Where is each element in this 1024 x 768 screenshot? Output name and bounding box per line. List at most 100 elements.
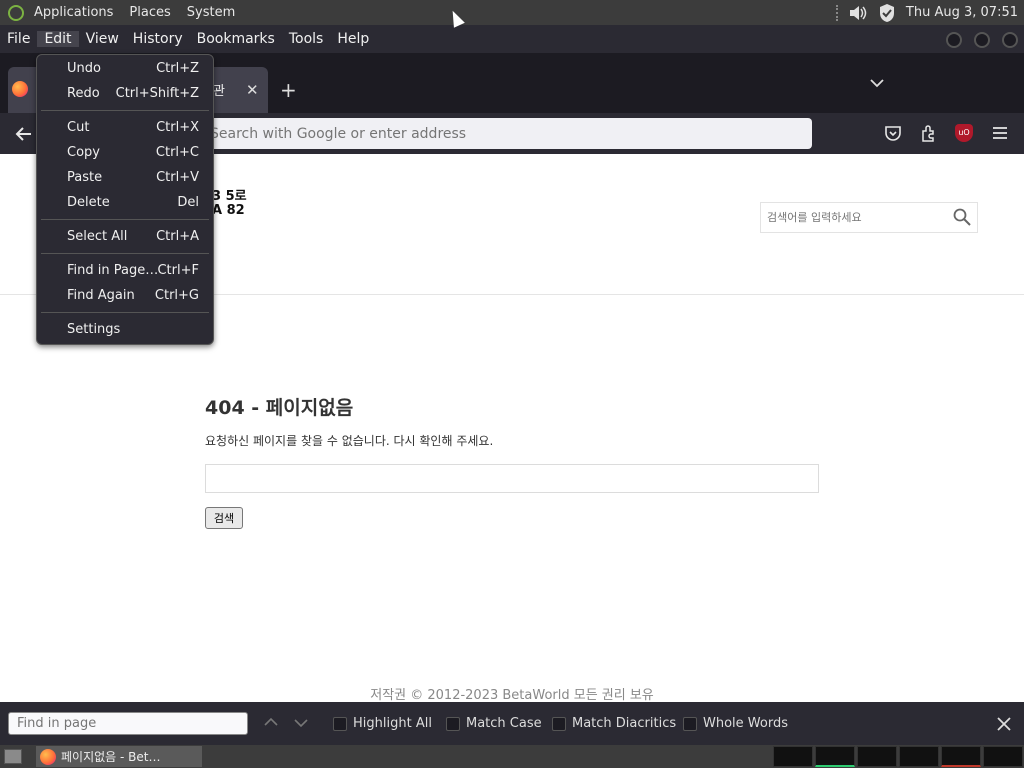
workspace-5[interactable] — [941, 746, 981, 767]
minimize-button[interactable] — [946, 32, 962, 48]
error-search-input[interactable] — [205, 464, 819, 493]
window-controls — [946, 32, 1018, 48]
menu-item-select-all[interactable]: Select All Ctrl+A — [37, 225, 213, 249]
address-input[interactable] — [200, 118, 812, 149]
menu-item-label: Cut — [67, 120, 90, 135]
menu-item-delete[interactable]: Delete Del — [37, 191, 213, 215]
extensions-puzzle-icon[interactable] — [920, 124, 938, 142]
workspace-2[interactable] — [815, 746, 855, 767]
menu-item-label: Copy — [67, 145, 100, 160]
ublock-origin-icon[interactable]: uO — [955, 124, 973, 142]
menu-tools[interactable]: Tools — [282, 31, 331, 47]
panel-menu-places[interactable]: Places — [121, 5, 178, 20]
menu-bookmarks[interactable]: Bookmarks — [190, 31, 282, 47]
shield-update-icon[interactable] — [878, 3, 896, 23]
workspace-3[interactable] — [857, 746, 897, 767]
menu-item-settings[interactable]: Settings — [37, 318, 213, 342]
highlight-all-label: Highlight All — [353, 716, 432, 731]
site-logo-line: A 82 — [212, 203, 245, 218]
menu-item-label: Redo — [67, 86, 100, 101]
workspace-4[interactable] — [899, 746, 939, 767]
menu-edit[interactable]: Edit — [37, 31, 79, 47]
show-desktop-icon[interactable] — [4, 749, 22, 764]
menu-item-find-in-page[interactable]: Find in Page… Ctrl+F — [37, 259, 213, 283]
menu-separator — [41, 110, 209, 111]
panel-menu-applications[interactable]: Applications — [26, 5, 121, 20]
menu-history[interactable]: History — [126, 31, 190, 47]
find-bar: Highlight All Match Case Match Diacritic… — [0, 702, 1024, 745]
maximize-button[interactable] — [974, 32, 990, 48]
panel-menu-system[interactable]: System — [179, 5, 243, 20]
highlight-all-option[interactable]: Highlight All — [333, 716, 432, 731]
whole-words-checkbox[interactable] — [683, 716, 697, 731]
volume-icon[interactable] — [848, 4, 868, 22]
menu-item-paste[interactable]: Paste Ctrl+V — [37, 166, 213, 190]
site-logo[interactable]: 3 5로 A 82 — [212, 190, 247, 218]
menu-view[interactable]: View — [79, 31, 126, 47]
menu-item-label: Settings — [67, 322, 121, 337]
match-case-checkbox[interactable] — [446, 716, 460, 731]
panel-separator — [835, 4, 838, 21]
menu-item-find-again[interactable]: Find Again Ctrl+G — [37, 284, 213, 308]
match-case-option[interactable]: Match Case — [446, 716, 542, 731]
error-title: 404 - 페이지없음 — [205, 397, 354, 419]
match-case-label: Match Case — [466, 716, 542, 731]
match-diacritics-checkbox[interactable] — [552, 716, 566, 731]
pocket-icon[interactable] — [884, 124, 902, 142]
tab-close-icon[interactable]: ✕ — [246, 81, 259, 99]
menu-item-shortcut: Ctrl+Shift+Z — [115, 86, 199, 101]
menu-item-shortcut: Ctrl+G — [154, 288, 199, 303]
find-next-icon[interactable] — [294, 718, 308, 728]
menu-item-cut[interactable]: Cut Ctrl+X — [37, 116, 213, 140]
menu-item-shortcut: Ctrl+C — [155, 145, 199, 160]
applications-logo-icon[interactable] — [8, 4, 24, 21]
site-search-box — [760, 202, 978, 233]
menu-item-label: Find in Page… — [67, 263, 159, 278]
highlight-all-checkbox[interactable] — [333, 716, 347, 731]
menu-separator — [41, 253, 209, 254]
close-window-button[interactable] — [1002, 32, 1018, 48]
panel-clock[interactable]: Thu Aug 3, 07:51 — [906, 5, 1018, 20]
menu-item-shortcut: Ctrl+V — [156, 170, 199, 185]
menu-item-label: Paste — [67, 170, 103, 185]
menu-item-shortcut: Ctrl+F — [157, 263, 199, 278]
menu-item-copy[interactable]: Copy Ctrl+C — [37, 141, 213, 165]
find-in-page-input[interactable] — [8, 712, 248, 735]
address-bar[interactable] — [200, 118, 812, 149]
menu-file[interactable]: File — [0, 31, 37, 47]
page-footer: 저작권 © 2012-2023 BetaWorld 모든 권리 보유 — [370, 688, 654, 703]
menu-item-label: Select All — [67, 229, 128, 244]
menu-item-label: Undo — [67, 61, 101, 76]
edit-menu-popup: Undo Ctrl+Z Redo Ctrl+Shift+Z Cut Ctrl+X… — [36, 54, 214, 345]
taskbar-window-label: 페이지없음 - Bet… — [61, 750, 161, 764]
hamburger-menu-icon[interactable] — [991, 125, 1009, 141]
whole-words-label: Whole Words — [703, 716, 788, 731]
new-tab-plus-icon[interactable]: + — [280, 78, 297, 102]
error-search-button[interactable]: 검색 — [205, 507, 243, 529]
menu-item-label: Delete — [67, 195, 110, 210]
find-previous-icon[interactable] — [264, 717, 278, 727]
tab-title: 관 — [213, 84, 225, 99]
close-findbar-icon[interactable] — [996, 716, 1012, 732]
taskbar-window-item[interactable]: 페이지없음 - Bet… — [36, 746, 202, 767]
menu-separator — [41, 312, 209, 313]
menu-item-shortcut: Del — [177, 195, 199, 210]
back-arrow-icon[interactable] — [14, 124, 34, 144]
site-search-input[interactable] — [761, 203, 941, 232]
match-diacritics-option[interactable]: Match Diacritics — [552, 716, 676, 731]
menu-separator — [41, 219, 209, 220]
menu-help[interactable]: Help — [330, 31, 376, 47]
panel-status-area: Thu Aug 3, 07:51 — [835, 0, 1018, 25]
match-diacritics-label: Match Diacritics — [572, 716, 677, 731]
whole-words-option[interactable]: Whole Words — [683, 716, 788, 731]
workspace-1[interactable] — [773, 746, 813, 767]
firefox-favicon-icon — [12, 81, 28, 97]
chevron-down-icon[interactable] — [870, 78, 884, 88]
workspace-6[interactable] — [983, 746, 1023, 767]
menu-item-shortcut: Ctrl+X — [156, 120, 199, 135]
menu-item-undo[interactable]: Undo Ctrl+Z — [37, 57, 213, 81]
menubar: File Edit View History Bookmarks Tools H… — [0, 25, 1024, 53]
top-panel: Applications Places System Thu Aug 3, 07… — [0, 0, 1024, 25]
search-icon[interactable] — [953, 208, 971, 226]
menu-item-redo[interactable]: Redo Ctrl+Shift+Z — [37, 82, 213, 106]
